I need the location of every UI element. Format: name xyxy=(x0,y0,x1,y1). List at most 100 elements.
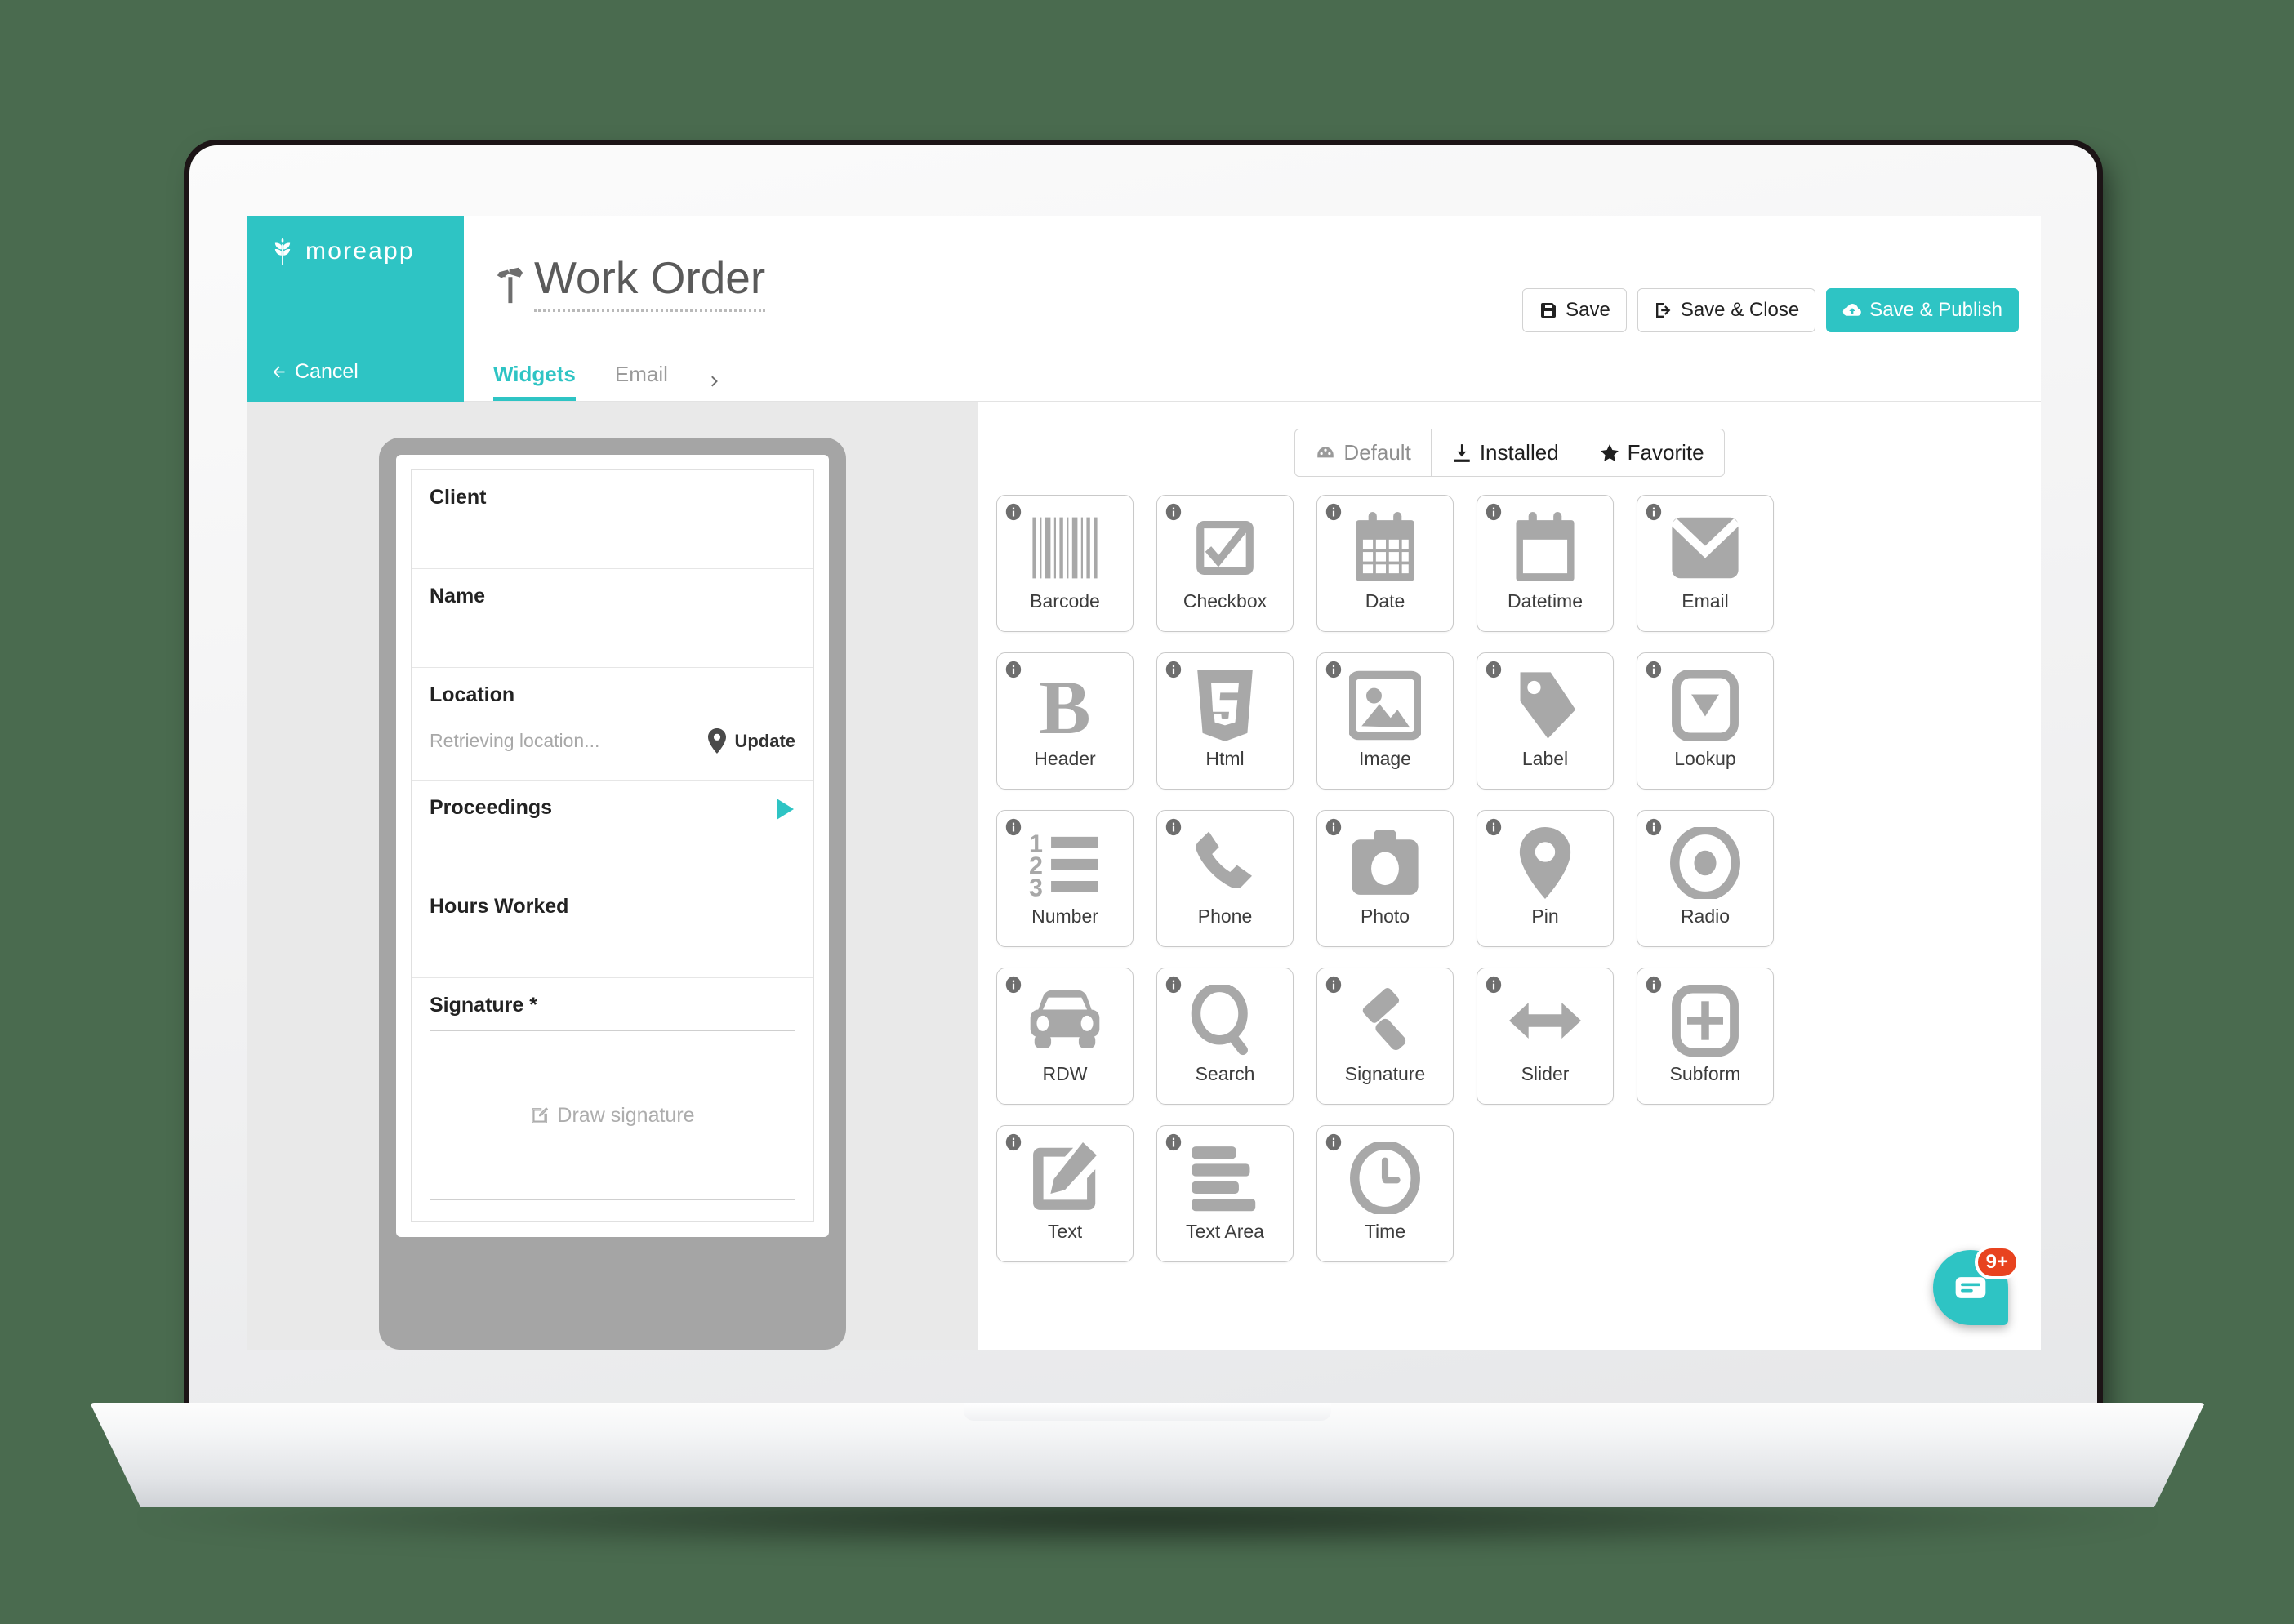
info-icon[interactable] xyxy=(1165,818,1183,836)
widget-card-label[interactable]: Label xyxy=(1477,652,1614,790)
sign-out-icon xyxy=(1655,303,1671,318)
info-icon[interactable] xyxy=(1004,818,1022,836)
widget-card-subform[interactable]: Subform xyxy=(1637,968,1774,1105)
hammer-icon xyxy=(497,267,523,303)
info-icon[interactable] xyxy=(1325,976,1343,994)
save-button-group: Save Save & Close Save & Publish xyxy=(1522,288,2019,332)
widget-card-image[interactable]: Image xyxy=(1316,652,1454,790)
save-button[interactable]: Save xyxy=(1522,288,1627,332)
info-icon[interactable] xyxy=(1325,503,1343,521)
header-area: Work Order Widgets Email Save Save & Clo… xyxy=(464,216,2041,402)
info-icon[interactable] xyxy=(1645,818,1663,836)
widget-card-email[interactable]: Email xyxy=(1637,495,1774,632)
camera-icon xyxy=(1349,827,1421,899)
widget-label: Barcode xyxy=(1030,590,1100,612)
cancel-button[interactable]: Cancel xyxy=(247,360,464,384)
widget-card-lookup[interactable]: Lookup xyxy=(1637,652,1774,790)
preview-field-proceedings[interactable]: Proceedings xyxy=(412,781,813,879)
bold-b-icon: B xyxy=(1029,670,1101,741)
widget-card-html[interactable]: Html xyxy=(1156,652,1294,790)
dropdown-icon xyxy=(1669,669,1741,741)
widget-label: Header xyxy=(1034,747,1096,769)
widget-card-datetime[interactable]: Datetime xyxy=(1477,495,1614,632)
field-label: Signature * xyxy=(430,994,537,1017)
widget-label: Phone xyxy=(1197,905,1253,927)
chevron-right-icon xyxy=(711,376,718,387)
filter-default-label: Default xyxy=(1343,440,1411,465)
widget-label: Subform xyxy=(1669,1062,1741,1084)
info-icon[interactable] xyxy=(1325,818,1343,836)
info-icon[interactable] xyxy=(1004,1133,1022,1151)
laptop-mockup: moreapp Cancel Work Order Widgets Email … xyxy=(0,0,2294,1624)
filter-default[interactable]: Default xyxy=(1295,429,1432,476)
info-icon[interactable] xyxy=(1485,503,1503,521)
preview-field-signature[interactable]: Signature * Draw signature xyxy=(412,978,813,1221)
info-icon[interactable] xyxy=(1004,503,1022,521)
preview-field-name[interactable]: Name xyxy=(412,569,813,668)
save-close-button[interactable]: Save & Close xyxy=(1637,288,1816,332)
widget-card-date[interactable]: Date xyxy=(1316,495,1454,632)
widget-label: Slider xyxy=(1521,1062,1570,1084)
preview-field-hours-worked[interactable]: Hours Worked xyxy=(412,879,813,978)
widget-card-slider[interactable]: Slider xyxy=(1477,968,1614,1105)
filter-favorite[interactable]: Favorite xyxy=(1579,429,1724,476)
cancel-label: Cancel xyxy=(295,360,359,383)
widget-grid: Barcode Checkbox Date Datetime Email B H… xyxy=(996,495,2041,1262)
picture-icon xyxy=(1349,670,1421,741)
preview-field-location[interactable]: Location Retrieving location... Update xyxy=(412,668,813,781)
widget-card-time[interactable]: Time xyxy=(1316,1125,1454,1262)
widget-filter-group: Default Installed Favorite xyxy=(1294,429,1725,477)
widget-card-rdw[interactable]: RDW xyxy=(996,968,1134,1105)
widget-card-phone[interactable]: Phone xyxy=(1156,810,1294,947)
widget-card-text[interactable]: Text xyxy=(996,1125,1134,1262)
info-icon[interactable] xyxy=(1325,661,1343,679)
info-icon[interactable] xyxy=(1165,503,1183,521)
tab-widgets[interactable]: Widgets xyxy=(493,362,576,401)
info-icon[interactable] xyxy=(1165,1133,1183,1151)
widget-label: Html xyxy=(1205,747,1245,769)
preview-field-client[interactable]: Client xyxy=(412,470,813,569)
widget-card-signature[interactable]: Signature xyxy=(1316,968,1454,1105)
play-triangle-icon[interactable] xyxy=(777,799,794,820)
info-icon[interactable] xyxy=(1325,1133,1343,1151)
info-icon[interactable] xyxy=(1165,661,1183,679)
info-icon[interactable] xyxy=(1004,661,1022,679)
info-icon[interactable] xyxy=(1165,976,1183,994)
info-icon[interactable] xyxy=(1645,976,1663,994)
widget-card-checkbox[interactable]: Checkbox xyxy=(1156,495,1294,632)
info-icon[interactable] xyxy=(1004,976,1022,994)
info-icon[interactable] xyxy=(1485,976,1503,994)
tab-email[interactable]: Email xyxy=(615,362,668,401)
widget-card-search[interactable]: Search xyxy=(1156,968,1294,1105)
signature-placeholder: Draw signature xyxy=(557,1103,695,1127)
widget-grid-scroll[interactable]: Barcode Checkbox Date Datetime Email B H… xyxy=(978,495,2041,1350)
svg-text:B: B xyxy=(1039,670,1090,741)
widget-label: Image xyxy=(1359,747,1411,769)
widget-label: Search xyxy=(1195,1062,1255,1084)
widget-card-radio[interactable]: Radio xyxy=(1637,810,1774,947)
widget-card-header[interactable]: B Header xyxy=(996,652,1134,790)
widget-card-pin[interactable]: Pin xyxy=(1477,810,1614,947)
tab-bar: Widgets Email xyxy=(464,351,2041,402)
widget-card-text-area[interactable]: Text Area xyxy=(1156,1125,1294,1262)
info-icon[interactable] xyxy=(1485,661,1503,679)
app-screen: moreapp Cancel Work Order Widgets Email … xyxy=(247,216,2041,1350)
tabs-next-button[interactable] xyxy=(707,372,722,401)
save-publish-button[interactable]: Save & Publish xyxy=(1826,288,2019,332)
info-icon[interactable] xyxy=(1645,661,1663,679)
widget-label: Signature xyxy=(1344,1062,1426,1084)
field-label: Client xyxy=(430,486,487,509)
svg-text:3: 3 xyxy=(1029,874,1043,898)
filter-installed[interactable]: Installed xyxy=(1432,429,1579,476)
arrows-horizontal-icon xyxy=(1509,985,1581,1057)
info-icon[interactable] xyxy=(1645,503,1663,521)
location-update-button[interactable]: Update xyxy=(707,728,795,754)
envelope-icon xyxy=(1669,512,1741,584)
widget-card-number[interactable]: 123 Number xyxy=(996,810,1134,947)
widget-card-photo[interactable]: Photo xyxy=(1316,810,1454,947)
field-label: Proceedings xyxy=(430,796,553,819)
info-icon[interactable] xyxy=(1485,818,1503,836)
car-icon xyxy=(1029,985,1101,1057)
signature-canvas[interactable]: Draw signature xyxy=(430,1030,795,1200)
widget-card-barcode[interactable]: Barcode xyxy=(996,495,1134,632)
